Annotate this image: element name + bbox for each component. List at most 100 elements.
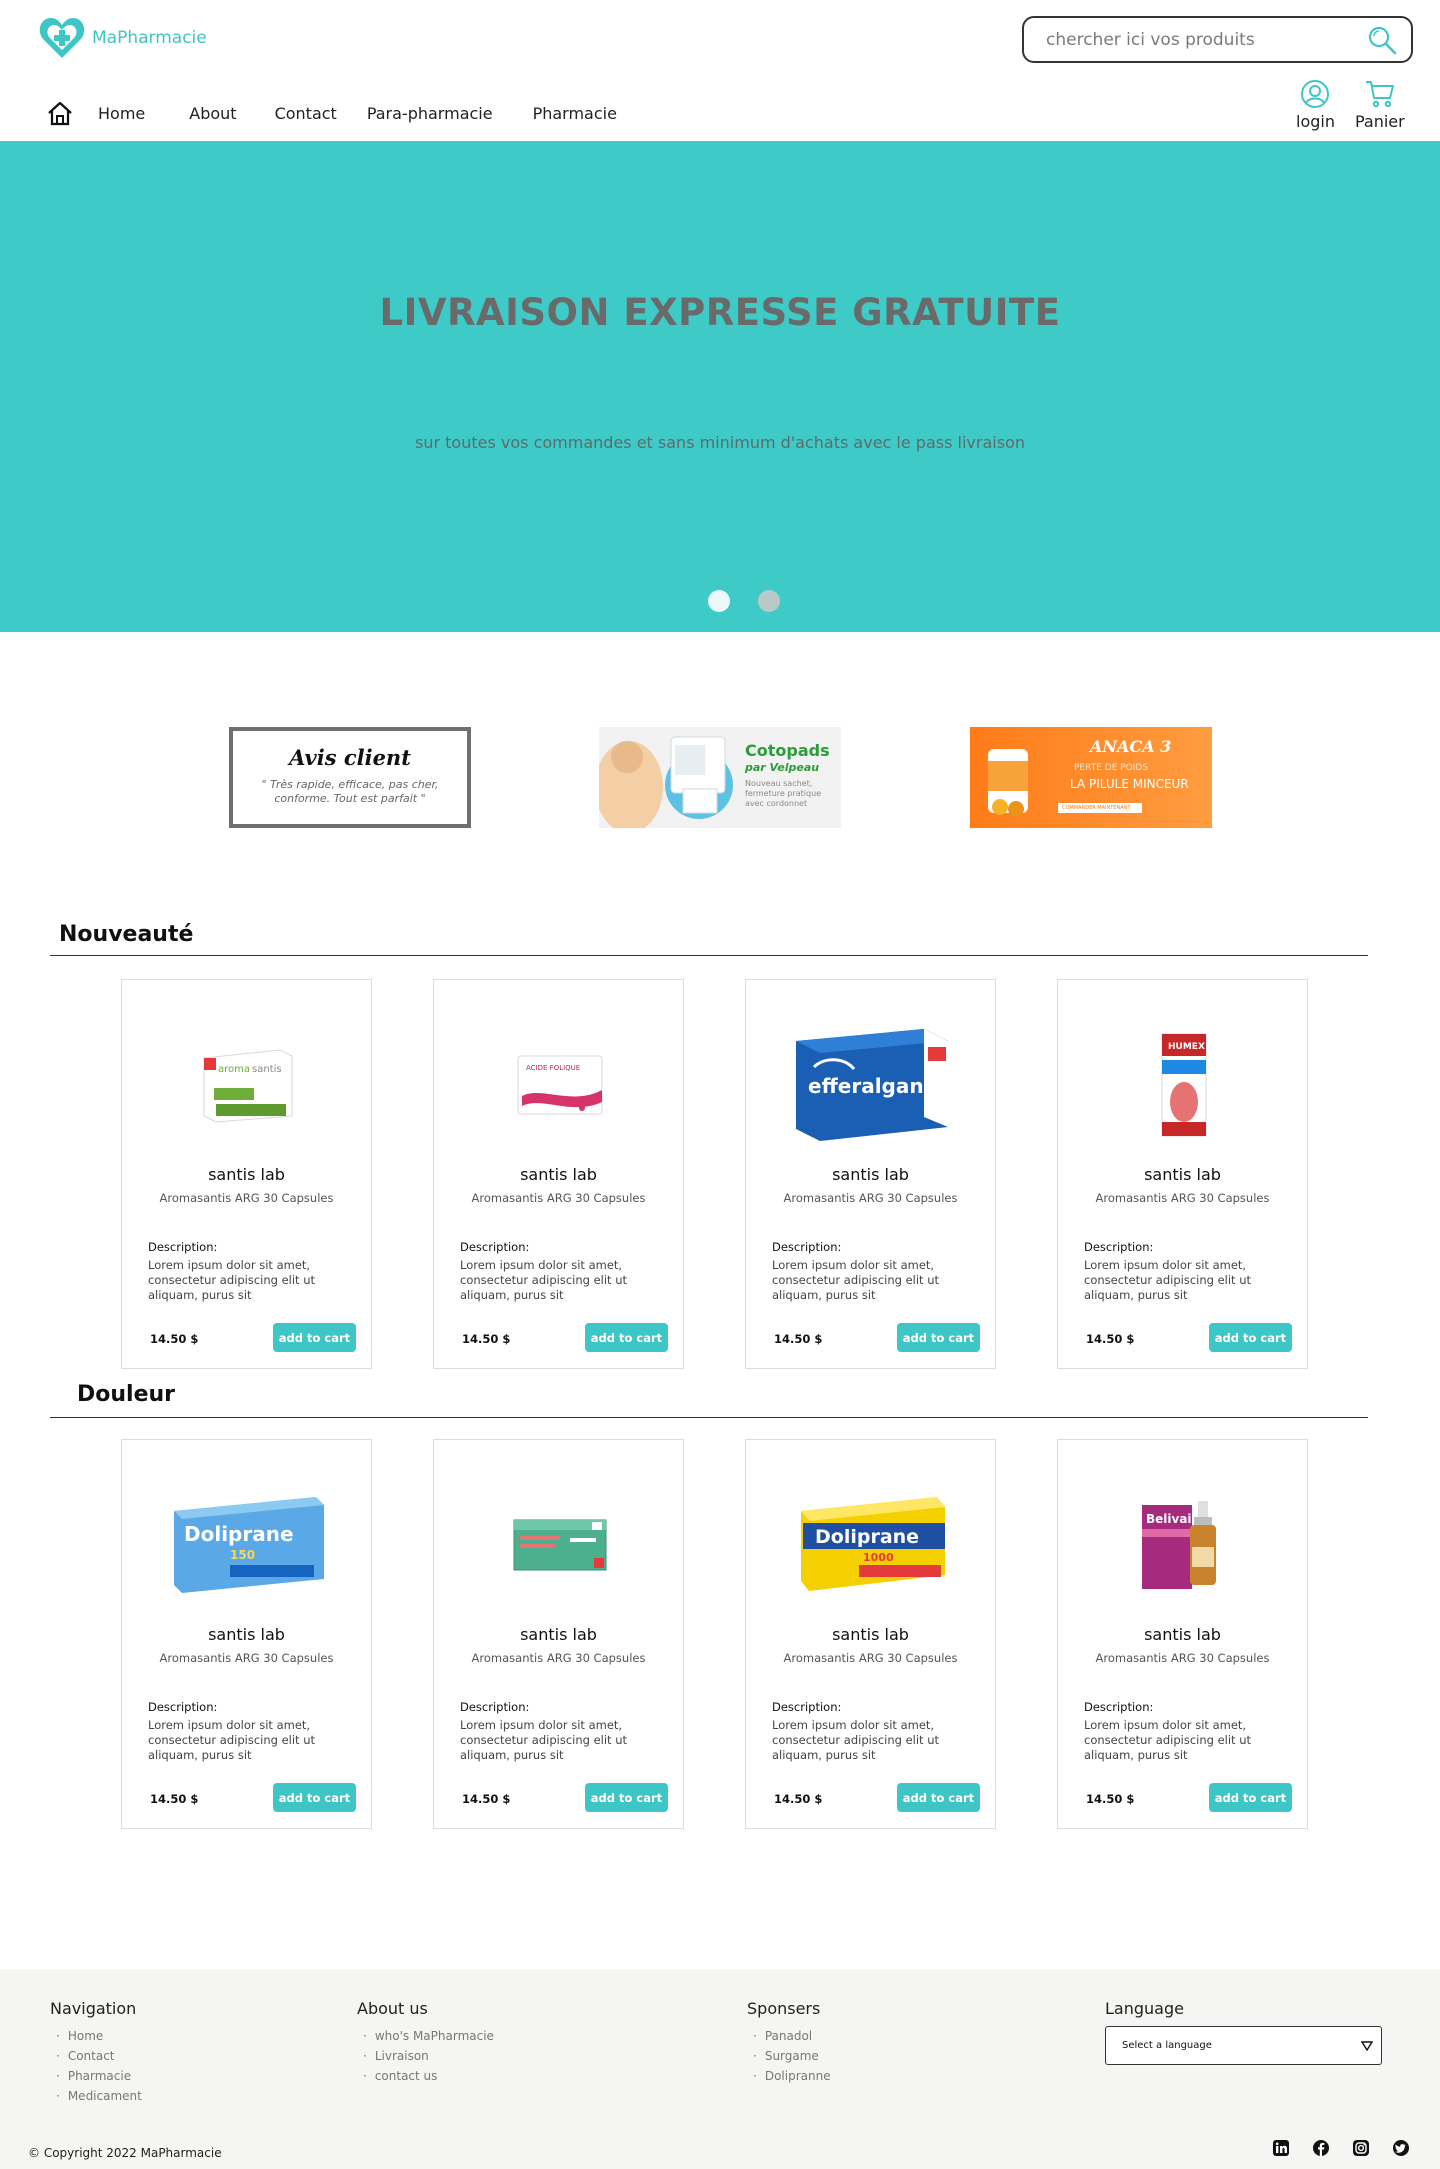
svg-text:efferalgan: efferalgan bbox=[808, 1074, 924, 1098]
product-subtitle: Aromasantis ARG 30 Capsules bbox=[471, 1651, 646, 1665]
product-card[interactable]: HUMEX santis lab Aromasantis ARG 30 Caps… bbox=[1057, 979, 1308, 1369]
product-name: santis lab bbox=[520, 1165, 597, 1184]
linkedin-icon[interactable] bbox=[1272, 2139, 1290, 2157]
add-to-cart-button[interactable]: add to cart bbox=[1209, 1783, 1292, 1812]
carousel-dot-2[interactable] bbox=[758, 590, 780, 612]
nav-about[interactable]: About bbox=[189, 104, 236, 123]
promo-avis-client[interactable]: Avis client " Très rapide, efficace, pas… bbox=[229, 727, 471, 828]
cart-button[interactable]: Panier bbox=[1355, 78, 1405, 131]
description-label: Description: bbox=[1084, 1240, 1154, 1254]
copyright: © Copyright 2022 MaPharmacie bbox=[28, 2146, 222, 2160]
product-card[interactable]: Doliprane 1000 santis lab Aromasantis AR… bbox=[745, 1439, 996, 1829]
add-to-cart-button[interactable]: add to cart bbox=[1209, 1323, 1292, 1352]
product-price: 14.50 $ bbox=[1086, 1792, 1135, 1806]
footer-navigation-title: Navigation bbox=[50, 1999, 137, 2018]
nav-para-pharmacie[interactable]: Para-pharmacie bbox=[367, 104, 493, 123]
twitter-icon[interactable] bbox=[1392, 2139, 1410, 2157]
product-subtitle: Aromasantis ARG 30 Capsules bbox=[471, 1191, 646, 1205]
logo[interactable]: MaPharmacie bbox=[38, 16, 207, 60]
language-select[interactable]: Select a language bbox=[1105, 2026, 1382, 2065]
product-description: Lorem ipsum dolor sit amet, consectetur … bbox=[148, 1258, 316, 1302]
description-label: Description: bbox=[772, 1240, 842, 1254]
product-image: efferalgan bbox=[786, 1010, 957, 1160]
promo-cotopads[interactable]: Cotopads par Velpeau Nouveau sachet, fer… bbox=[599, 727, 841, 828]
add-to-cart-button[interactable]: add to cart bbox=[585, 1323, 668, 1352]
green-medicine-box-icon bbox=[513, 1519, 606, 1571]
home-icon[interactable] bbox=[46, 100, 74, 126]
product-card[interactable]: efferalgan santis lab Aromasantis ARG 30… bbox=[745, 979, 996, 1369]
search-input[interactable] bbox=[1046, 29, 1365, 50]
doliprane-1000-box-icon: Doliprane 1000 bbox=[800, 1497, 945, 1591]
user-icon bbox=[1301, 80, 1330, 108]
add-to-cart-button[interactable]: add to cart bbox=[897, 1323, 980, 1352]
product-subtitle: Aromasantis ARG 30 Capsules bbox=[783, 1191, 958, 1205]
aromasantis-box-icon: aroma santis bbox=[203, 1049, 292, 1123]
footer-link-whos[interactable]: who's MaPharmacie bbox=[357, 2026, 494, 2046]
product-price: 14.50 $ bbox=[462, 1332, 511, 1346]
add-to-cart-button[interactable]: add to cart bbox=[585, 1783, 668, 1812]
svg-text:aroma: aroma bbox=[218, 1064, 250, 1075]
product-name: santis lab bbox=[1144, 1625, 1221, 1644]
product-card[interactable]: santis lab Aromasantis ARG 30 Capsules D… bbox=[433, 1439, 684, 1829]
nav-home[interactable]: Home bbox=[98, 104, 145, 123]
svg-text:Belivair: Belivair bbox=[1146, 1512, 1198, 1526]
footer-link-home[interactable]: Home bbox=[50, 2026, 142, 2046]
promo-anaca3[interactable]: ANACA 3 PERTE DE POIDS LA PILULE MINCEUR… bbox=[970, 727, 1212, 828]
svg-text:HUMEX: HUMEX bbox=[1168, 1042, 1205, 1052]
product-image: Doliprane 150 bbox=[162, 1470, 333, 1620]
instagram-icon[interactable] bbox=[1352, 2139, 1370, 2157]
footer-link-contact-us[interactable]: contact us bbox=[357, 2066, 494, 2086]
product-description: Lorem ipsum dolor sit amet, consectetur … bbox=[460, 1718, 628, 1762]
carousel-dots bbox=[708, 590, 780, 612]
site-footer: Navigation Home Contact Pharmacie Medica… bbox=[0, 1969, 1440, 2169]
chevron-down-icon bbox=[1361, 2040, 1373, 2051]
footer-sponsors: Sponsers Panadol Surgame Dolipranne bbox=[747, 1999, 831, 2086]
product-image: Belivair bbox=[1098, 1470, 1269, 1620]
hero-subtitle: sur toutes vos commandes et sans minimum… bbox=[415, 433, 1025, 452]
product-name: santis lab bbox=[832, 1625, 909, 1644]
nav-contact[interactable]: Contact bbox=[275, 104, 337, 123]
section-title-douleur: Douleur bbox=[77, 1382, 176, 1407]
nav-pharmacie[interactable]: Pharmacie bbox=[533, 104, 617, 123]
product-card[interactable]: Doliprane 150 santis lab Aromasantis ARG… bbox=[121, 1439, 372, 1829]
footer-link-pharmacie[interactable]: Pharmacie bbox=[50, 2066, 142, 2086]
product-card[interactable]: ACIDE FOLIQUE santis lab Aromasantis ARG… bbox=[433, 979, 684, 1369]
product-image: Doliprane 1000 bbox=[786, 1470, 957, 1620]
add-to-cart-button[interactable]: add to cart bbox=[273, 1783, 356, 1812]
description-label: Description: bbox=[460, 1700, 530, 1714]
facebook-icon[interactable] bbox=[1312, 2139, 1330, 2157]
svg-text:1000: 1000 bbox=[863, 1551, 894, 1564]
product-card[interactable]: Belivair santis lab Aromasantis ARG 30 C… bbox=[1057, 1439, 1308, 1829]
product-image: aroma santis bbox=[162, 1010, 333, 1160]
anaca-line2: LA PILULE MINCEUR bbox=[1070, 777, 1189, 791]
acide-folique-box-icon: ACIDE FOLIQUE bbox=[517, 1055, 602, 1115]
product-image: HUMEX bbox=[1098, 1010, 1269, 1160]
carousel-dot-1[interactable] bbox=[708, 590, 730, 612]
add-to-cart-button[interactable]: add to cart bbox=[897, 1783, 980, 1812]
sponsor-dolipranne[interactable]: Dolipranne bbox=[747, 2066, 831, 2086]
product-description: Lorem ipsum dolor sit amet, consectetur … bbox=[1084, 1258, 1252, 1302]
product-card[interactable]: aroma santis santis lab Aromasantis ARG … bbox=[121, 979, 372, 1369]
footer-language: Language Select a language bbox=[1105, 1999, 1382, 2065]
product-subtitle: Aromasantis ARG 30 Capsules bbox=[783, 1651, 958, 1665]
add-to-cart-button[interactable]: add to cart bbox=[273, 1323, 356, 1352]
cart-label: Panier bbox=[1354, 112, 1405, 131]
footer-link-contact[interactable]: Contact bbox=[50, 2046, 142, 2066]
site-header: MaPharmacie Home About Contact Para-phar… bbox=[0, 0, 1440, 141]
search-button[interactable] bbox=[1365, 23, 1399, 57]
humex-box-icon: HUMEX bbox=[1161, 1033, 1206, 1137]
product-description: Lorem ipsum dolor sit amet, consectetur … bbox=[460, 1258, 628, 1302]
product-price: 14.50 $ bbox=[774, 1792, 823, 1806]
language-select-value: Select a language bbox=[1122, 2040, 1212, 2051]
section-divider bbox=[50, 955, 1368, 956]
footer-link-livraison[interactable]: Livraison bbox=[357, 2046, 494, 2066]
login-button[interactable]: login bbox=[1296, 78, 1335, 131]
product-description: Lorem ipsum dolor sit amet, consectetur … bbox=[772, 1258, 940, 1302]
heart-logo-icon bbox=[39, 18, 85, 58]
sponsor-surgame[interactable]: Surgame bbox=[747, 2046, 831, 2066]
product-name: santis lab bbox=[208, 1625, 285, 1644]
cotopads-by: par Velpeau bbox=[745, 761, 820, 774]
sponsor-panadol[interactable]: Panadol bbox=[747, 2026, 831, 2046]
footer-link-medicament[interactable]: Medicament bbox=[50, 2086, 142, 2106]
product-price: 14.50 $ bbox=[150, 1792, 199, 1806]
